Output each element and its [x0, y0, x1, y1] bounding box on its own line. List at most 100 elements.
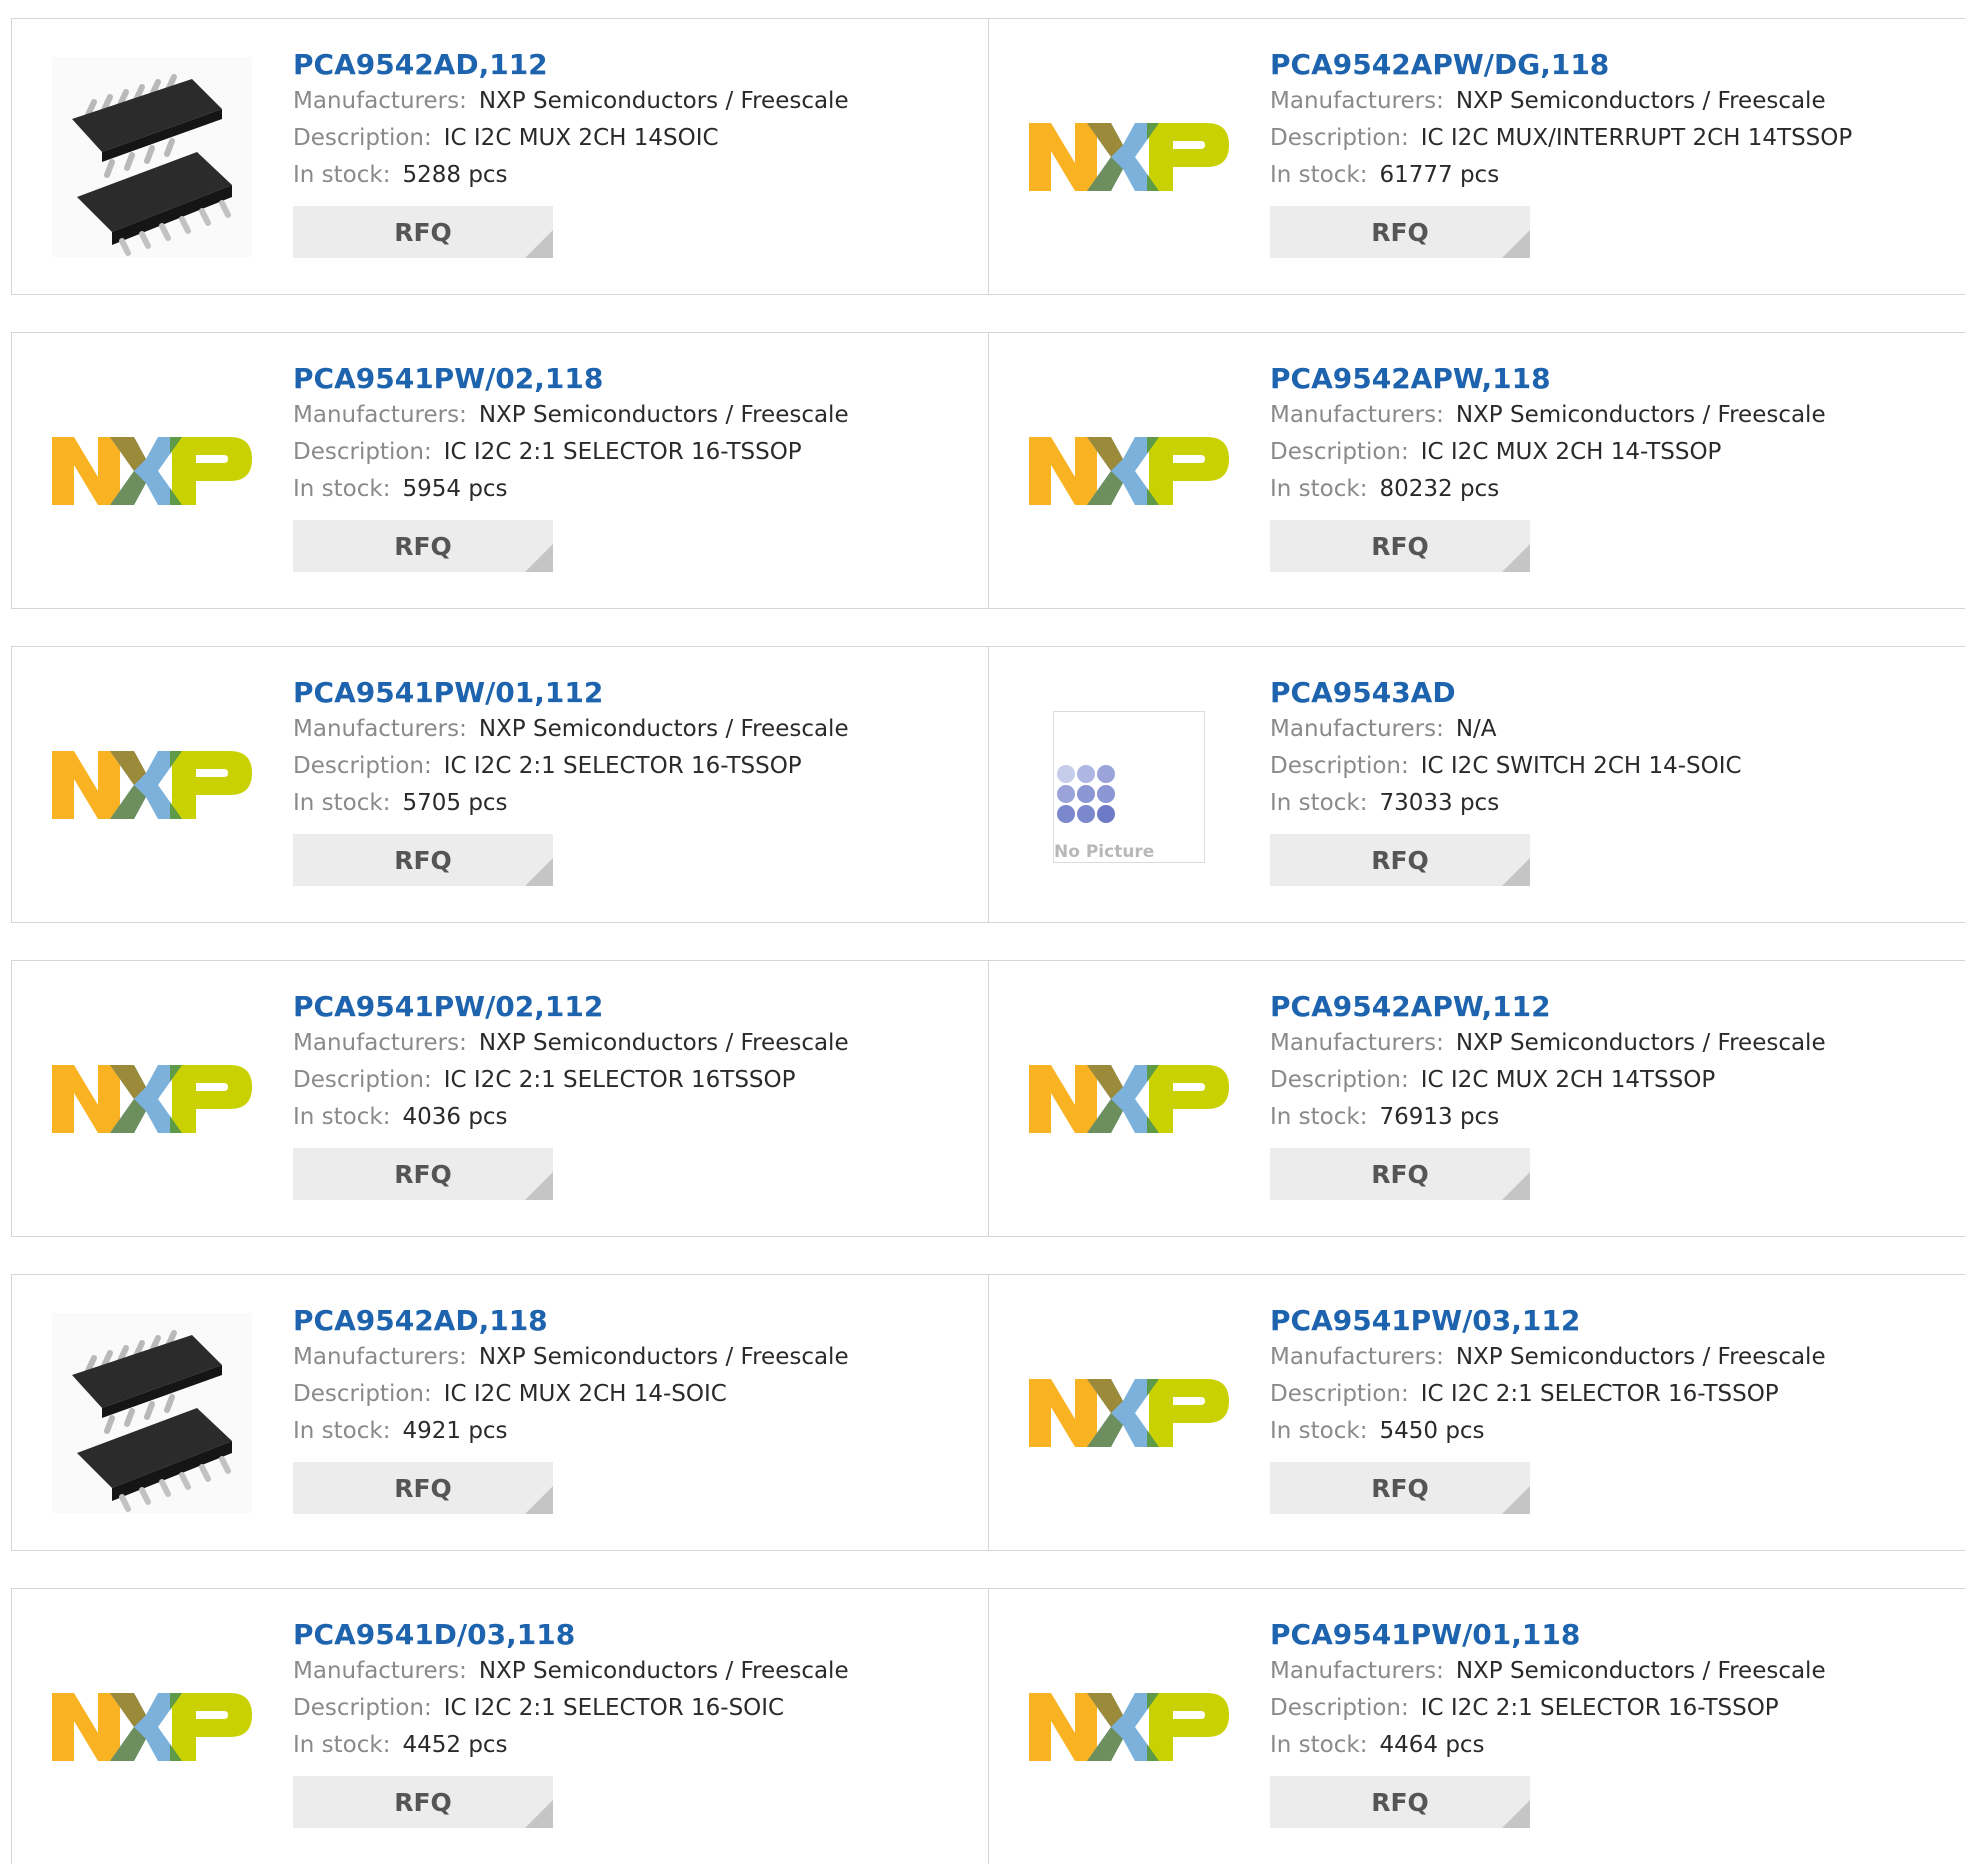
- product-thumbnail[interactable]: [52, 687, 252, 887]
- manufacturer-label: Manufacturers:: [1270, 88, 1444, 114]
- description-label: Description:: [293, 125, 432, 151]
- product-image[interactable]: [52, 57, 252, 261]
- product-info: PCA9541PW/03,112 Manufacturers: NXP Semic…: [1270, 1303, 1826, 1514]
- product-row: PCA9542AD,118 Manufacturers: NXP Semicond…: [11, 1274, 1965, 1551]
- stock-label: In stock:: [293, 790, 391, 816]
- product-card: PCA9542APW,112 Manufacturers: NXP Semicon…: [989, 961, 1965, 1236]
- description-label: Description:: [1270, 125, 1409, 151]
- part-number-link[interactable]: PCA9541PW/01,118: [1270, 1617, 1826, 1653]
- description-line: Description: IC I2C MUX/INTERRUPT 2CH 14T…: [1270, 120, 1852, 157]
- corner-triangle-icon: [1502, 1172, 1530, 1200]
- product-info: PCA9543AD Manufacturers: N/A Description:…: [1270, 675, 1742, 886]
- product-thumbnail[interactable]: No Picture: [1029, 687, 1229, 887]
- part-number-link[interactable]: PCA9542APW/DG,118: [1270, 47, 1852, 83]
- part-number-link[interactable]: PCA9542AD,118: [293, 1303, 849, 1339]
- stock-label: In stock:: [293, 476, 391, 502]
- rfq-button[interactable]: RFQ: [1270, 1776, 1530, 1828]
- rfq-button[interactable]: RFQ: [1270, 1462, 1530, 1514]
- part-number-link[interactable]: PCA9543AD: [1270, 675, 1742, 711]
- rfq-label: RFQ: [394, 217, 452, 247]
- part-number-link[interactable]: PCA9542APW,118: [1270, 361, 1826, 397]
- nxp-logo-image[interactable]: [1029, 1687, 1229, 1771]
- rfq-button[interactable]: RFQ: [293, 1776, 553, 1828]
- rfq-button[interactable]: RFQ: [1270, 1148, 1530, 1200]
- product-card: PCA9541PW/02,112 Manufacturers: NXP Semic…: [11, 961, 989, 1236]
- manufacturer-label: Manufacturers:: [293, 1658, 467, 1684]
- part-number-link[interactable]: PCA9541D/03,118: [293, 1617, 849, 1653]
- rfq-label: RFQ: [1371, 1473, 1429, 1503]
- product-thumbnail[interactable]: [1029, 59, 1229, 259]
- stock-value: 73033 pcs: [1379, 790, 1500, 816]
- rfq-button[interactable]: RFQ: [293, 834, 553, 886]
- product-thumbnail[interactable]: [52, 57, 252, 261]
- description-value: IC I2C 2:1 SELECTOR 16TSSOP: [443, 1067, 796, 1093]
- nxp-logo-image[interactable]: [52, 745, 252, 829]
- part-number-link[interactable]: PCA9542APW,112: [1270, 989, 1826, 1025]
- rfq-button[interactable]: RFQ: [293, 520, 553, 572]
- product-card: PCA9542AD,118 Manufacturers: NXP Semicond…: [11, 1275, 989, 1550]
- rfq-label: RFQ: [394, 1159, 452, 1189]
- stock-label: In stock:: [293, 1418, 391, 1444]
- rfq-button[interactable]: RFQ: [293, 206, 553, 258]
- stock-line: In stock: 4921 pcs: [293, 1413, 849, 1450]
- description-line: Description: IC I2C MUX 2CH 14-TSSOP: [1270, 434, 1826, 471]
- manufacturer-line: Manufacturers: NXP Semiconductors / Frees…: [293, 1653, 849, 1690]
- stock-line: In stock: 5705 pcs: [293, 785, 849, 822]
- description-label: Description:: [293, 1067, 432, 1093]
- part-number-link[interactable]: PCA9541PW/03,112: [1270, 1303, 1826, 1339]
- product-thumbnail[interactable]: [1029, 1315, 1229, 1515]
- stock-value: 5705 pcs: [402, 790, 508, 816]
- stock-value: 4036 pcs: [402, 1104, 508, 1130]
- product-thumbnail[interactable]: [52, 1001, 252, 1201]
- product-info: PCA9541D/03,118 Manufacturers: NXP Semico…: [293, 1617, 849, 1828]
- nxp-logo-image[interactable]: [1029, 1059, 1229, 1143]
- rfq-button[interactable]: RFQ: [293, 1148, 553, 1200]
- description-line: Description: IC I2C 2:1 SELECTOR 16-TSSOP: [293, 748, 849, 785]
- description-line: Description: IC I2C MUX 2CH 14SOIC: [293, 120, 849, 157]
- manufacturer-label: Manufacturers:: [1270, 1658, 1444, 1684]
- nxp-logo-image[interactable]: [52, 431, 252, 515]
- product-thumbnail[interactable]: [52, 1629, 252, 1829]
- manufacturer-line: Manufacturers: NXP Semiconductors / Frees…: [1270, 83, 1852, 120]
- product-info: PCA9542APW,112 Manufacturers: NXP Semicon…: [1270, 989, 1826, 1200]
- no-picture-image[interactable]: No Picture: [1053, 711, 1205, 863]
- product-thumbnail[interactable]: [52, 1313, 252, 1517]
- rfq-button[interactable]: RFQ: [1270, 206, 1530, 258]
- corner-triangle-icon: [525, 230, 553, 258]
- rfq-button[interactable]: RFQ: [293, 1462, 553, 1514]
- product-thumbnail[interactable]: [52, 373, 252, 573]
- description-label: Description:: [1270, 1067, 1409, 1093]
- manufacturer-label: Manufacturers:: [1270, 402, 1444, 428]
- part-number-link[interactable]: PCA9541PW/02,112: [293, 989, 849, 1025]
- product-image[interactable]: [52, 1313, 252, 1517]
- product-row: PCA9541D/03,118 Manufacturers: NXP Semico…: [11, 1588, 1965, 1864]
- rfq-label: RFQ: [1371, 217, 1429, 247]
- product-info: PCA9541PW/01,118 Manufacturers: NXP Semic…: [1270, 1617, 1826, 1828]
- nxp-logo-image[interactable]: [52, 1059, 252, 1143]
- description-value: IC I2C SWITCH 2CH 14-SOIC: [1420, 753, 1742, 779]
- part-number-link[interactable]: PCA9541PW/01,112: [293, 675, 849, 711]
- manufacturer-value: NXP Semiconductors / Freescale: [1455, 402, 1826, 428]
- description-label: Description:: [293, 1381, 432, 1407]
- product-thumbnail[interactable]: [1029, 373, 1229, 573]
- nxp-logo-image[interactable]: [52, 1687, 252, 1771]
- manufacturer-label: Manufacturers:: [1270, 716, 1444, 742]
- product-thumbnail[interactable]: [1029, 1629, 1229, 1829]
- part-number-link[interactable]: PCA9542AD,112: [293, 47, 849, 83]
- rfq-label: RFQ: [394, 531, 452, 561]
- stock-line: In stock: 5288 pcs: [293, 157, 849, 194]
- nxp-logo-image[interactable]: [1029, 1373, 1229, 1457]
- product-row: PCA9541PW/01,112 Manufacturers: NXP Semic…: [11, 646, 1965, 923]
- corner-triangle-icon: [525, 1800, 553, 1828]
- product-thumbnail[interactable]: [1029, 1001, 1229, 1201]
- rfq-button[interactable]: RFQ: [1270, 834, 1530, 886]
- product-card: No Picture PCA9543AD Manufacturers: N/A D…: [989, 647, 1965, 922]
- part-number-link[interactable]: PCA9541PW/02,118: [293, 361, 849, 397]
- nxp-logo-image[interactable]: [1029, 431, 1229, 515]
- nxp-logo-image[interactable]: [1029, 117, 1229, 201]
- manufacturer-value: NXP Semiconductors / Freescale: [478, 402, 849, 428]
- stock-value: 80232 pcs: [1379, 476, 1500, 502]
- product-row: PCA9542AD,112 Manufacturers: NXP Semicond…: [11, 18, 1965, 295]
- product-info: PCA9541PW/02,118 Manufacturers: NXP Semic…: [293, 361, 849, 572]
- rfq-button[interactable]: RFQ: [1270, 520, 1530, 572]
